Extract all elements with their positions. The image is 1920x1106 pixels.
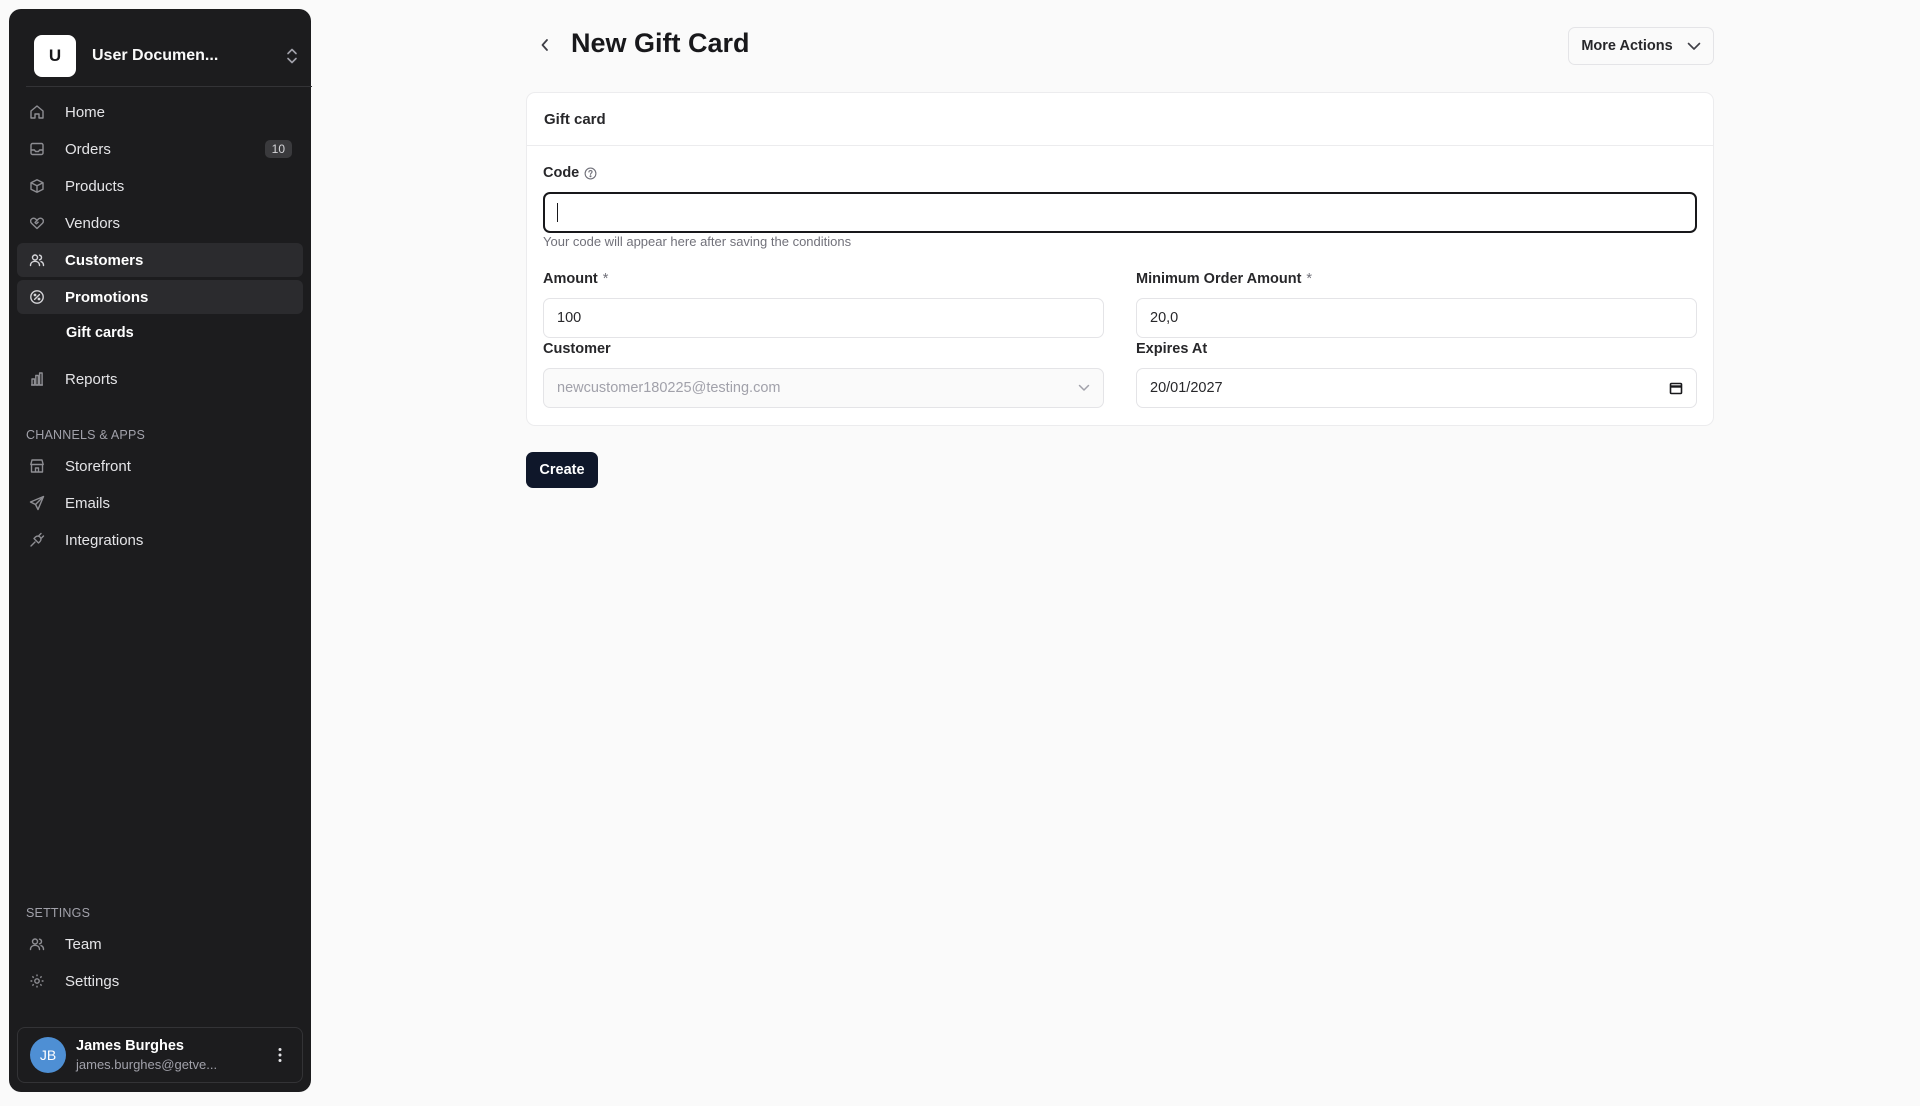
workspace-name: User Documen... xyxy=(92,47,219,64)
more-actions-label: More Actions xyxy=(1581,38,1673,54)
avatar: JB xyxy=(30,1037,66,1073)
customer-label-text: Customer xyxy=(543,341,611,357)
gear-icon xyxy=(28,972,46,990)
sidebar-item-team[interactable]: Team xyxy=(17,927,303,961)
send-icon xyxy=(28,494,46,512)
home-icon xyxy=(28,103,46,121)
user-name: James Burghes xyxy=(76,1038,184,1054)
customer-select[interactable]: newcustomer180225@testing.com xyxy=(543,368,1104,408)
plug-icon xyxy=(28,531,46,549)
amount-value: 100 xyxy=(557,310,582,326)
required-asterisk: * xyxy=(1306,271,1313,287)
store-icon xyxy=(28,457,46,475)
expires-label: Expires At xyxy=(1136,341,1207,357)
amount-label: Amount * xyxy=(543,271,608,287)
handshake-icon xyxy=(28,214,46,232)
more-actions-button[interactable]: More Actions xyxy=(1568,27,1714,65)
user-profile-card[interactable]: JB James Burghes james.burghes@getve... xyxy=(17,1027,303,1083)
create-button[interactable]: Create xyxy=(526,452,598,488)
users-icon xyxy=(28,251,46,269)
sidebar-item-integrations[interactable]: Integrations xyxy=(17,523,303,557)
card-title: Gift card xyxy=(527,93,1713,146)
expires-date-input[interactable]: 20/01/2027 xyxy=(1136,368,1697,408)
user-info: James Burghes james.burghes@getve... xyxy=(76,1038,270,1072)
min-order-label: Minimum Order Amount * xyxy=(1136,271,1312,287)
sidebar-item-home[interactable]: Home xyxy=(17,95,303,129)
amount-input[interactable]: 100 xyxy=(543,298,1104,338)
sidebar-item-promotions[interactable]: Promotions xyxy=(17,280,303,314)
code-input[interactable] xyxy=(543,192,1697,233)
section-title-settings: SETTINGS xyxy=(26,906,91,920)
more-vertical-icon[interactable] xyxy=(270,1043,290,1067)
code-label-text: Code xyxy=(543,165,580,181)
sidebar-item-storefront[interactable]: Storefront xyxy=(17,449,303,483)
workspace-logo: U xyxy=(34,35,76,77)
sidebar-divider xyxy=(26,86,312,87)
required-asterisk: * xyxy=(602,271,609,287)
min-order-input[interactable]: 20,0 xyxy=(1136,298,1697,338)
section-title-channels: CHANNELS & APPS xyxy=(26,428,146,442)
back-button[interactable] xyxy=(534,33,556,57)
text-caret xyxy=(557,203,558,222)
expires-label-text: Expires At xyxy=(1136,341,1208,357)
min-order-label-text: Minimum Order Amount xyxy=(1136,271,1302,287)
inbox-icon xyxy=(28,140,46,158)
code-label: Code xyxy=(543,165,597,181)
sidebar-item-label: Settings xyxy=(65,972,120,990)
chevron-down-icon xyxy=(1687,42,1701,51)
sidebar-item-label: Orders xyxy=(65,140,111,158)
sidebar-item-label: Promotions xyxy=(65,288,149,306)
calendar-icon[interactable] xyxy=(1669,381,1683,395)
expires-value: 20/01/2027 xyxy=(1150,380,1223,396)
orders-count-badge: 10 xyxy=(264,140,292,158)
channels-nav: Storefront Emails Integrations xyxy=(17,449,303,560)
settings-nav: Team Settings xyxy=(17,927,303,1001)
sidebar-item-label: Emails xyxy=(65,494,111,512)
bar-chart-icon xyxy=(28,370,46,388)
main-nav: Home Orders 10 Products Vendors Customer… xyxy=(17,95,303,399)
min-order-value: 20,0 xyxy=(1150,310,1179,326)
page-title: New Gift Card xyxy=(571,28,750,58)
users-icon xyxy=(28,935,46,953)
workspace-switcher[interactable]: U User Documen... xyxy=(26,26,310,86)
sidebar-item-label: Vendors xyxy=(65,214,121,232)
sidebar-item-label: Team xyxy=(65,935,102,953)
customer-value: newcustomer180225@testing.com xyxy=(557,380,781,396)
sidebar-item-label: Integrations xyxy=(65,531,144,549)
sidebar-item-vendors[interactable]: Vendors xyxy=(17,206,303,240)
sidebar-item-label: Storefront xyxy=(65,457,131,475)
code-help-text: Your code will appear here after saving … xyxy=(543,234,852,249)
percent-badge-icon xyxy=(28,288,46,306)
chevron-left-icon xyxy=(540,37,550,53)
sidebar-subitem-gift-cards[interactable]: Gift cards xyxy=(17,317,303,349)
sidebar-item-orders[interactable]: Orders 10 xyxy=(17,132,303,166)
help-circle-icon[interactable] xyxy=(584,167,597,180)
sidebar-item-label: Customers xyxy=(65,251,144,269)
chevron-down-icon xyxy=(1078,384,1090,392)
chevron-up-down-icon xyxy=(282,44,302,68)
sidebar-item-emails[interactable]: Emails xyxy=(17,486,303,520)
customer-label: Customer xyxy=(543,341,611,357)
sidebar-item-label: Reports xyxy=(65,370,118,388)
user-email: james.burghes@getve... xyxy=(76,1057,218,1072)
sidebar-item-label: Home xyxy=(65,103,106,121)
box-icon xyxy=(28,177,46,195)
sidebar-item-label: Products xyxy=(65,177,125,195)
sidebar-item-products[interactable]: Products xyxy=(17,169,303,203)
sidebar-item-settings[interactable]: Settings xyxy=(17,964,303,998)
sidebar-item-customers[interactable]: Customers xyxy=(17,243,303,277)
sidebar-item-reports[interactable]: Reports xyxy=(17,362,303,396)
amount-label-text: Amount xyxy=(543,271,598,287)
